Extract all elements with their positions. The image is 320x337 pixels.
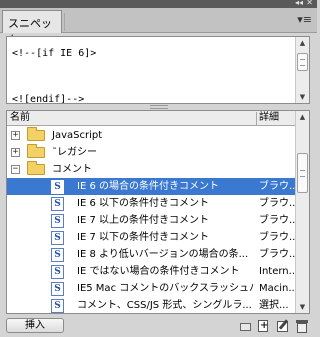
snippet-name: IE 6 以下の条件付きコメント <box>77 198 209 209</box>
panel-footer: 挿入 + <box>0 316 317 337</box>
tree-folder-row[interactable]: + JavaScript <box>7 127 297 144</box>
tree-folder-row[interactable]: + ˜レガシー <box>7 144 297 161</box>
close-panel-icon[interactable]: ✕ <box>306 0 313 8</box>
snippet-name: IE ではない場合の条件付きコメント <box>77 266 240 277</box>
tree-snippet-row[interactable]: S IE5 Mac コメントのバックスラッシュハ... Macin... <box>7 280 297 297</box>
snippet-icon: S <box>51 299 64 313</box>
collapse-panel-icon[interactable]: ◂◂ <box>295 0 303 8</box>
tree-header: 名前 詳細 <box>7 111 297 126</box>
snippet-icon: S <box>51 282 64 296</box>
scroll-down-icon[interactable]: ▼ <box>296 301 309 313</box>
snippet-name: IE 7 以下の条件付きコメント <box>77 232 209 243</box>
panel-menu-icon[interactable]: ▾≡ <box>297 14 312 26</box>
folder-icon <box>27 144 45 158</box>
scroll-thumb[interactable] <box>297 53 308 71</box>
folder-icon <box>27 127 45 141</box>
snippet-detail: ブラウ... <box>259 198 297 209</box>
expand-icon[interactable]: + <box>11 131 20 140</box>
snippet-detail: Macin... <box>259 283 297 294</box>
snippet-name: IE5 Mac コメントのバックスラッシュハ... <box>77 283 255 294</box>
tree-snippet-row[interactable]: S IE 7 以上の条件付きコメント ブラウ... <box>7 212 297 229</box>
snippet-detail: ブラウ... <box>259 232 297 243</box>
folder-label: ˜レガシー <box>52 147 97 158</box>
tab-snippets[interactable]: スニペット <box>2 10 62 46</box>
tree-snippet-row[interactable]: S IE ではない場合の条件付きコメント Intern... <box>7 263 297 280</box>
tree-snippet-row[interactable]: S IE 6 以下の条件付きコメント ブラウ... <box>7 195 297 212</box>
tree-folder-row[interactable]: − コメント <box>7 161 297 178</box>
snippet-tree: 名前 詳細 + JavaScript + ˜レガシー − コメント S IE 6 の場合の条件… <box>6 110 310 314</box>
new-snippet-icon[interactable]: + <box>256 319 270 333</box>
snippet-icon: S <box>51 214 64 228</box>
insert-button[interactable]: 挿入 <box>6 318 64 333</box>
folder-label: コメント <box>52 164 92 175</box>
tab-divider <box>64 13 65 31</box>
preview-code-line: <!--[if IE 6]> <box>12 48 97 59</box>
panel-tabbar: スニペット ▾≡ <box>0 8 317 46</box>
snippet-detail: ブラウ... <box>259 215 297 226</box>
tree-snippet-row[interactable]: S IE 6 の場合の条件付きコメント ブラウ... <box>7 178 297 195</box>
folder-icon <box>27 161 45 175</box>
snippet-detail: ブラウ... <box>259 249 297 260</box>
snippet-icon: S <box>51 197 64 211</box>
snippet-icon: S <box>51 180 64 194</box>
snippet-preview: <!--[if IE 6]> <![endif]--> ▲ ▼ <box>6 36 310 104</box>
snippet-icon: S <box>51 248 64 262</box>
tree-snippet-row[interactable]: S コメント、CSS/JS 形式、シングルラ... 選択... <box>7 297 297 313</box>
column-divider[interactable] <box>256 112 257 125</box>
snippet-icon: S <box>51 265 64 279</box>
expand-icon[interactable]: + <box>11 148 20 157</box>
snippet-detail: 選択... <box>259 300 289 311</box>
snippet-name: コメント、CSS/JS 形式、シングルラ... <box>77 300 252 311</box>
tree-rows: + JavaScript + ˜レガシー − コメント S IE 6 の場合の条件付きコメント… <box>7 127 297 313</box>
snippet-name: IE 8 より低いバージョンの場合の条... <box>77 249 249 260</box>
snippet-detail: Intern... <box>259 266 297 277</box>
scroll-thumb[interactable] <box>297 153 308 193</box>
snippet-icon: S <box>51 231 64 245</box>
folder-label: JavaScript <box>52 130 103 141</box>
tree-snippet-row[interactable]: S IE 8 より低いバージョンの場合の条... ブラウ... <box>7 246 297 263</box>
pane-splitter-handle[interactable] <box>150 105 168 109</box>
column-header-name[interactable]: 名前 <box>10 111 30 125</box>
collapse-icon[interactable]: − <box>11 165 20 174</box>
scroll-down-icon[interactable]: ▼ <box>296 91 309 103</box>
snippet-detail: ブラウ... <box>259 181 297 192</box>
delete-icon[interactable] <box>295 319 309 333</box>
edit-snippet-icon[interactable] <box>276 319 290 333</box>
snippet-name: IE 7 以上の条件付きコメント <box>77 215 209 226</box>
tree-snippet-row[interactable]: S IE 7 以下の条件付きコメント ブラウ... <box>7 229 297 246</box>
new-folder-icon[interactable] <box>239 319 253 333</box>
panel-titlebar: ◂◂ ✕ <box>0 0 317 8</box>
scroll-up-icon[interactable]: ▲ <box>296 111 309 123</box>
snippet-name: IE 6 の場合の条件付きコメント <box>77 181 219 192</box>
column-header-detail[interactable]: 詳細 <box>259 111 279 125</box>
preview-code-line: <![endif]--> <box>12 94 85 104</box>
scroll-up-icon[interactable]: ▲ <box>296 37 309 49</box>
preview-scrollbar[interactable]: ▲ ▼ <box>295 37 309 103</box>
tree-scrollbar[interactable]: ▲ ▼ <box>295 111 309 313</box>
